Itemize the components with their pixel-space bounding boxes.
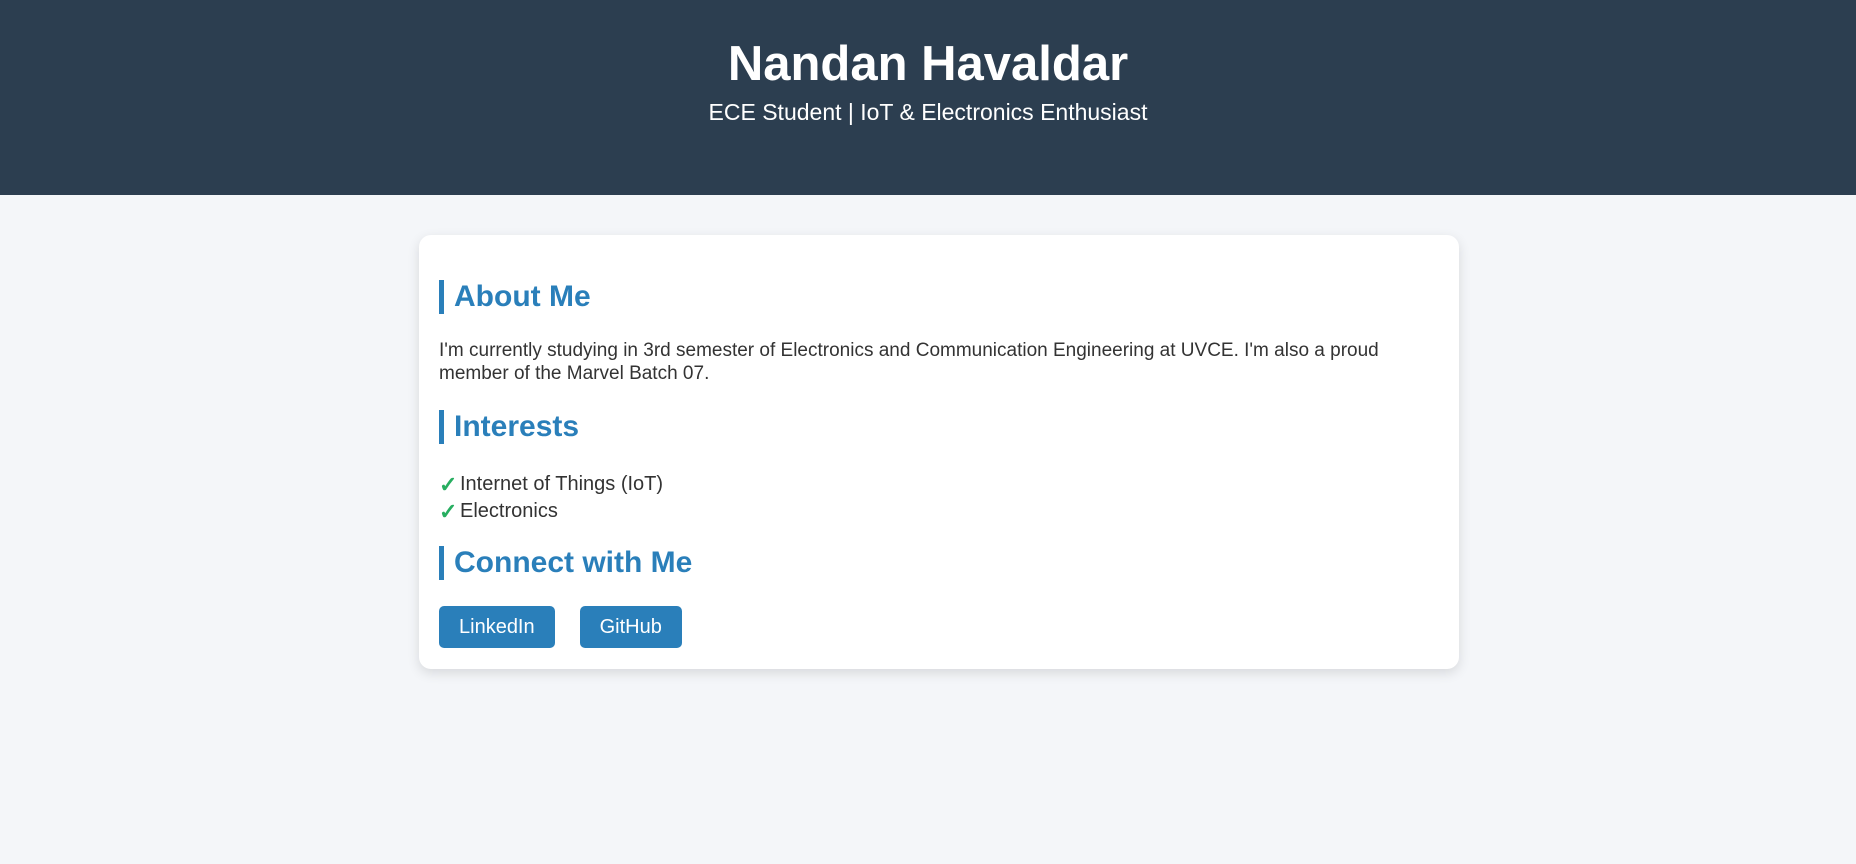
check-icon: ✓ xyxy=(439,499,458,524)
site-title: Nandan Havaldar xyxy=(727,37,1129,91)
about-text: I'm currently studying in 3rd semester o… xyxy=(439,340,1379,384)
interests-section: Interests ✓ Internet of Things (IoT) ✓ E… xyxy=(439,410,1439,525)
connect-heading: Connect with Me xyxy=(439,546,1439,580)
linkedin-button[interactable]: LinkedIn xyxy=(439,606,555,648)
github-button[interactable]: GitHub xyxy=(579,606,682,648)
about-section: About Me I'm currently studying in 3rd s… xyxy=(439,280,1439,385)
interest-label: Internet of Things (IoT) xyxy=(460,473,664,495)
site-subtitle: ECE Student | IoT & Electronics Enthusia… xyxy=(708,99,1148,125)
interests-heading: Interests xyxy=(439,410,1439,444)
interest-list: ✓ Internet of Things (IoT) ✓ Electronics xyxy=(439,471,1439,525)
interest-item: ✓ Electronics xyxy=(439,498,1439,525)
about-heading: About Me xyxy=(439,280,1439,314)
check-icon: ✓ xyxy=(439,472,458,497)
connect-buttons: LinkedIn GitHub xyxy=(439,606,1439,648)
profile-card: About Me I'm currently studying in 3rd s… xyxy=(419,235,1459,669)
site-header: Nandan Havaldar ECE Student | IoT & Elec… xyxy=(0,0,1856,195)
interest-item: ✓ Internet of Things (IoT) xyxy=(439,471,1439,498)
interest-label: Electronics xyxy=(460,500,558,522)
connect-section: Connect with Me LinkedIn GitHub xyxy=(439,546,1439,648)
